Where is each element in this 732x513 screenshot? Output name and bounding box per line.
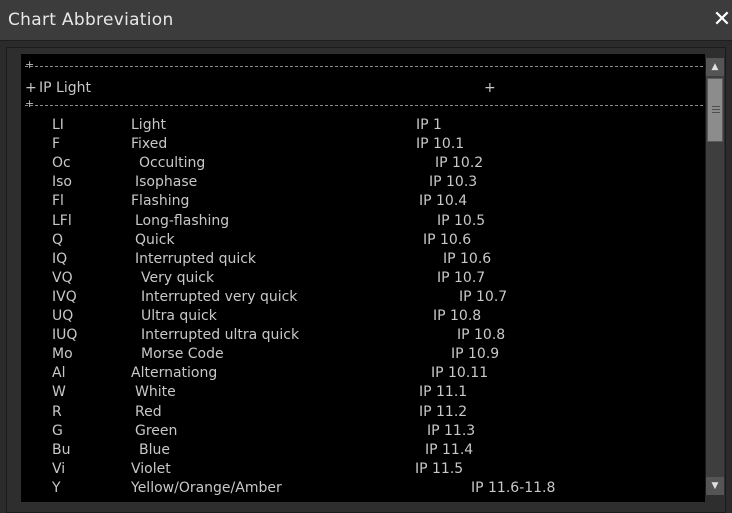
meaning-cell: Quick [135, 231, 175, 248]
meaning-cell: Isophase [135, 174, 198, 191]
table-row: VQ Very quick IP 10.7 [21, 270, 705, 289]
scroll-down-button[interactable]: ▼ [706, 477, 724, 495]
reference-cell: IP 10.2 [435, 155, 484, 172]
scroll-thumb[interactable] [707, 78, 723, 142]
table-row: Fl Flashing IP 10.4 [21, 193, 705, 212]
meaning-cell: White [135, 384, 176, 401]
meaning-cell: Flashing [131, 193, 190, 210]
table-row: F Fixed IP 10.1 [21, 136, 705, 155]
reference-cell: IP 11.2 [419, 403, 468, 420]
abbreviation-cell: Fl [52, 193, 64, 210]
vertical-scrollbar[interactable]: ▲ ▼ [705, 58, 724, 495]
meaning-cell: Long-flashing [135, 212, 230, 229]
thumb-grip-line [712, 109, 720, 110]
table-row: G Green IP 11.3 [21, 423, 705, 442]
abbreviation-cell: R [52, 403, 62, 420]
reference-cell: IP 10.4 [419, 193, 468, 210]
title-bar: Chart Abbreviation ✕ [0, 0, 732, 41]
meaning-cell: Violet [131, 460, 171, 477]
reference-cell: IP 11.1 [419, 384, 468, 401]
abbreviation-list: + + IP Light + + LI Light IP 1 F Fixed IP 10.… [21, 54, 705, 502]
meaning-cell: Fixed [131, 136, 168, 153]
reference-cell: IP 10.11 [431, 365, 489, 382]
abbreviation-cell: Iso [52, 174, 72, 191]
header-plus-right: + [484, 80, 496, 96]
table-row: Q Quick IP 10.6 [21, 232, 705, 251]
abbreviation-cell: LFl [52, 212, 72, 229]
abbreviation-cell: Q [52, 231, 64, 248]
abbreviation-cell: Mo [52, 346, 73, 363]
reference-cell: IP 10.7 [459, 288, 508, 305]
thumb-grip-line [712, 112, 720, 113]
abbreviation-cell: UQ [52, 308, 74, 324]
table-row: R Red IP 11.2 [21, 404, 705, 423]
table-row: UQ Ultra quick IP 10.8 [21, 308, 705, 327]
abbreviation-cell: IVQ [52, 288, 77, 305]
abbreviation-cell: Bu [52, 441, 71, 458]
border-plus-bottom: + [25, 97, 35, 110]
table-row: LI Light IP 1 [21, 117, 705, 136]
thumb-grip-line [712, 106, 720, 107]
meaning-cell: Blue [139, 441, 170, 458]
reference-cell: IP 10.5 [437, 212, 486, 229]
meaning-cell: Green [135, 422, 178, 439]
meaning-cell: Red [135, 403, 162, 420]
reference-cell: IP 11.3 [427, 422, 476, 439]
table-row: Oc Occulting IP 10.2 [21, 155, 705, 174]
abbreviation-cell: IQ [52, 250, 68, 267]
reference-cell: IP 10.1 [416, 136, 465, 153]
header-title: IP Light [39, 80, 91, 96]
reference-cell: IP 10.3 [429, 174, 478, 191]
table-row: Bu Blue IP 11.4 [21, 442, 705, 461]
reference-cell: IP 11.5 [415, 460, 464, 477]
reference-cell: IP 10.6 [423, 231, 472, 248]
abbreviation-cell: W [52, 384, 66, 401]
border-plus-top: + [25, 58, 35, 71]
table-row: W White IP 11.1 [21, 384, 705, 403]
abbreviation-cell: Oc [52, 155, 71, 172]
meaning-cell: Ultra quick [141, 308, 217, 324]
abbreviation-cell: Vi [52, 460, 66, 477]
abbreviation-cell: VQ [52, 269, 73, 286]
reference-cell: IP 10.7 [437, 269, 486, 286]
header-plus-left: + [25, 80, 37, 96]
abbreviation-cell: Y [52, 479, 61, 496]
abbreviation-cell: IUQ [52, 327, 78, 344]
abbreviation-cell: LI [52, 117, 64, 133]
reference-cell: IP 11.6-11.8 [471, 479, 556, 496]
table-row: IQ Interrupted quick IP 10.6 [21, 251, 705, 270]
table-row: Al Alternationg IP 10.11 [21, 365, 705, 384]
table-row: Iso Isophase IP 10.3 [21, 174, 705, 193]
scroll-up-button[interactable]: ▲ [706, 58, 724, 76]
table-row: Y Yellow/Orange/Amber IP 11.6-11.8 [21, 480, 705, 499]
meaning-cell: Interrupted quick [135, 250, 257, 267]
top-divider [25, 66, 703, 68]
abbreviation-cell: G [52, 422, 63, 439]
table-row: LFl Long-flashing IP 10.5 [21, 213, 705, 232]
reference-cell: IP 10.8 [457, 327, 506, 344]
close-icon[interactable]: ✕ [710, 6, 732, 34]
meaning-cell: Occulting [139, 155, 206, 172]
meaning-cell: Interrupted very quick [141, 288, 298, 305]
meaning-cell: Yellow/Orange/Amber [131, 479, 282, 496]
meaning-cell: Light [131, 117, 166, 133]
meaning-cell: Very quick [141, 269, 215, 286]
table-row: IVQ Interrupted very quick IP 10.7 [21, 289, 705, 308]
window-title: Chart Abbreviation [8, 10, 174, 30]
header-divider [25, 105, 703, 107]
meaning-cell: Morse Code [141, 346, 224, 363]
abbreviation-cell: Al [52, 365, 66, 382]
table-row: Mo Morse Code IP 10.9 [21, 346, 705, 365]
reference-cell: IP 10.8 [433, 308, 482, 324]
meaning-cell: Interrupted ultra quick [141, 327, 300, 344]
reference-cell: IP 10.6 [443, 250, 492, 267]
table-row: IUQ Interrupted ultra quick IP 10.8 [21, 327, 705, 346]
abbreviation-cell: F [52, 136, 61, 153]
reference-cell: IP 11.4 [425, 441, 474, 458]
meaning-cell: Alternationg [131, 365, 218, 382]
reference-cell: IP 10.9 [451, 346, 500, 363]
reference-cell: IP 1 [416, 117, 442, 133]
table-row: Vi Violet IP 11.5 [21, 461, 705, 480]
